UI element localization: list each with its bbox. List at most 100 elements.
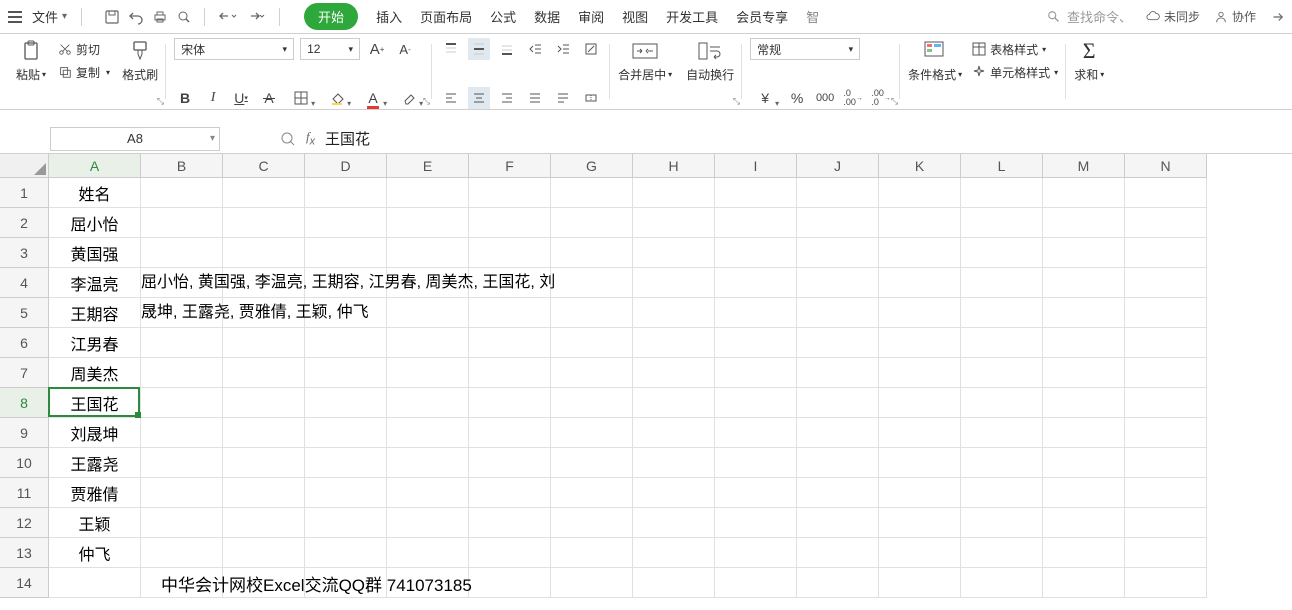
cell-grid[interactable]: 姓名屈小怡黄国强李温亮王期容江男春周美杰王国花刘晟坤王露尧贾雅倩王颖仲飞屈小怡,… <box>49 178 1207 598</box>
cell-C13[interactable] <box>223 538 305 568</box>
row-header-3[interactable]: 3 <box>0 238 49 268</box>
cell-D7[interactable] <box>305 358 387 388</box>
cell-N11[interactable] <box>1125 478 1207 508</box>
cell-A11[interactable]: 贾雅倩 <box>49 478 141 508</box>
cell-F13[interactable] <box>469 538 551 568</box>
row-header-1[interactable]: 1 <box>0 178 49 208</box>
strikethrough-button[interactable]: A <box>258 87 280 109</box>
row-header-4[interactable]: 4 <box>0 268 49 298</box>
column-header-K[interactable]: K <box>879 154 961 178</box>
cell-D1[interactable] <box>305 178 387 208</box>
cell-D6[interactable] <box>305 328 387 358</box>
cell-G11[interactable] <box>551 478 633 508</box>
cell-H9[interactable] <box>633 418 715 448</box>
cell-D9[interactable] <box>305 418 387 448</box>
copy-button[interactable]: 复制▾ <box>58 64 110 81</box>
tab-start[interactable]: 开始 <box>304 3 358 30</box>
cell-K12[interactable] <box>879 508 961 538</box>
cell-I6[interactable] <box>715 328 797 358</box>
align-bottom-icon[interactable] <box>496 38 518 60</box>
cell-J6[interactable] <box>797 328 879 358</box>
table-style-button[interactable]: 表格样式▾ <box>972 41 1058 58</box>
cell-K14[interactable] <box>879 568 961 598</box>
cell-G6[interactable] <box>551 328 633 358</box>
cell-M12[interactable] <box>1043 508 1125 538</box>
cell-G3[interactable] <box>551 238 633 268</box>
decrease-decimal-icon[interactable]: .00.0→ <box>870 87 892 109</box>
cell-G5[interactable] <box>551 298 633 328</box>
cancel-icon[interactable] <box>280 131 296 147</box>
cell-A5[interactable]: 王期容 <box>49 298 141 328</box>
cell-G8[interactable] <box>551 388 633 418</box>
cell-G13[interactable] <box>551 538 633 568</box>
cell-C11[interactable] <box>223 478 305 508</box>
cell-K13[interactable] <box>879 538 961 568</box>
cell-I8[interactable] <box>715 388 797 418</box>
cell-H3[interactable] <box>633 238 715 268</box>
cell-K9[interactable] <box>879 418 961 448</box>
cell-B1[interactable] <box>141 178 223 208</box>
cell-C3[interactable] <box>223 238 305 268</box>
column-header-J[interactable]: J <box>797 154 879 178</box>
align-top-icon[interactable] <box>440 38 462 60</box>
dialog-launcher-icon[interactable]: ⤡ <box>423 96 430 107</box>
cell-M11[interactable] <box>1043 478 1125 508</box>
name-box[interactable]: A8 ▾ <box>50 127 220 151</box>
font-size-combo[interactable]: 12▾ <box>300 38 360 60</box>
cell-G9[interactable] <box>551 418 633 448</box>
search-box[interactable]: 查找命令、 <box>1047 7 1132 26</box>
align-middle-icon[interactable] <box>468 38 490 60</box>
cell-A1[interactable]: 姓名 <box>49 178 141 208</box>
cell-E2[interactable] <box>387 208 469 238</box>
cell-C6[interactable] <box>223 328 305 358</box>
align-center-icon[interactable] <box>468 87 490 109</box>
cell-B3[interactable] <box>141 238 223 268</box>
cell-I7[interactable] <box>715 358 797 388</box>
cell-C9[interactable] <box>223 418 305 448</box>
cell-K11[interactable] <box>879 478 961 508</box>
cell-H6[interactable] <box>633 328 715 358</box>
row-header-13[interactable]: 13 <box>0 538 49 568</box>
row-header-9[interactable]: 9 <box>0 418 49 448</box>
cell-H8[interactable] <box>633 388 715 418</box>
cell-A7[interactable]: 周美杰 <box>49 358 141 388</box>
decrease-font-icon[interactable]: A- <box>394 38 416 60</box>
increase-font-icon[interactable]: A+ <box>366 38 388 60</box>
column-header-A[interactable]: A <box>49 154 141 178</box>
tab-member[interactable]: 会员专享 <box>736 7 788 26</box>
increase-decimal-icon[interactable]: .0.00→ <box>842 87 864 109</box>
paste-button[interactable]: 粘贴▾ <box>16 38 46 83</box>
cell-N10[interactable] <box>1125 448 1207 478</box>
cell-style-button[interactable]: 单元格样式▾ <box>972 64 1058 81</box>
cell-D13[interactable] <box>305 538 387 568</box>
undo-icon[interactable] <box>128 9 144 25</box>
cell-C2[interactable] <box>223 208 305 238</box>
cell-J4[interactable] <box>797 268 879 298</box>
cell-G1[interactable] <box>551 178 633 208</box>
cell-J13[interactable] <box>797 538 879 568</box>
cell-J5[interactable] <box>797 298 879 328</box>
cell-N9[interactable] <box>1125 418 1207 448</box>
cell-H5[interactable] <box>633 298 715 328</box>
row-header-2[interactable]: 2 <box>0 208 49 238</box>
formula-input[interactable]: 王国花 <box>325 128 370 149</box>
cell-I5[interactable] <box>715 298 797 328</box>
cell-H2[interactable] <box>633 208 715 238</box>
sync-status[interactable]: 未同步 <box>1146 8 1200 25</box>
column-header-F[interactable]: F <box>469 154 551 178</box>
cell-D2[interactable] <box>305 208 387 238</box>
file-menu[interactable]: 文件 ▾ <box>32 7 67 26</box>
cell-D12[interactable] <box>305 508 387 538</box>
cell-H12[interactable] <box>633 508 715 538</box>
cell-E6[interactable] <box>387 328 469 358</box>
cell-F10[interactable] <box>469 448 551 478</box>
cell-L8[interactable] <box>961 388 1043 418</box>
currency-icon[interactable]: ¥ <box>750 87 780 109</box>
cell-D10[interactable] <box>305 448 387 478</box>
tab-formulas[interactable]: 公式 <box>490 7 516 26</box>
cell-E10[interactable] <box>387 448 469 478</box>
cell-D3[interactable] <box>305 238 387 268</box>
column-header-D[interactable]: D <box>305 154 387 178</box>
column-header-N[interactable]: N <box>1125 154 1207 178</box>
cell-D11[interactable] <box>305 478 387 508</box>
